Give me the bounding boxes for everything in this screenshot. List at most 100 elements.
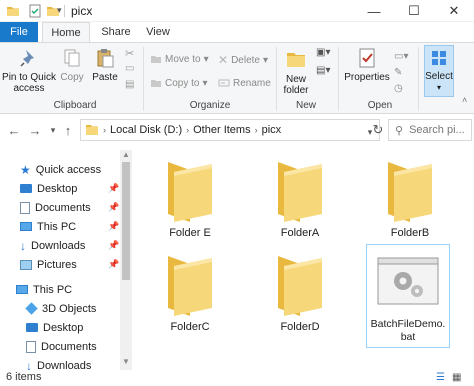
edit-icon[interactable]: ✎: [394, 67, 402, 78]
pin-icon[interactable]: 📌: [108, 221, 119, 232]
folder-item[interactable]: FolderD: [248, 250, 352, 334]
scroll-thumb[interactable]: [122, 162, 130, 280]
tab-file[interactable]: File: [0, 22, 38, 42]
new-folder-label-line1: New: [285, 74, 306, 85]
breadcrumb-local-disk[interactable]: Local Disk (D:): [110, 124, 182, 136]
close-button[interactable]: ✕: [434, 0, 474, 22]
new-folder-button[interactable]: New folder: [280, 47, 312, 96]
properties-icon: [359, 48, 375, 68]
recent-locations-button[interactable]: ▾: [45, 122, 61, 138]
nav-item-this-pc[interactable]: This PC: [0, 280, 120, 299]
search-placeholder: Search pi...: [409, 124, 465, 136]
nav-item-label: This PC: [37, 220, 77, 233]
group-separator: [418, 47, 419, 111]
scroll-down-icon[interactable]: ▼: [122, 357, 130, 366]
nav-item-label: Downloads: [31, 239, 86, 252]
folder-item[interactable]: FolderB: [358, 156, 462, 240]
tab-share[interactable]: Share: [96, 22, 136, 42]
chevron-up-icon[interactable]: ˄: [462, 95, 467, 105]
details-view-icon[interactable]: ☰: [436, 372, 445, 383]
rename-button[interactable]: Rename: [218, 77, 271, 89]
3d-objects-icon: [25, 302, 38, 315]
item-count: 6 items: [6, 371, 42, 383]
nav-item-label: Desktop: [43, 321, 84, 334]
star-icon: ★: [20, 162, 31, 177]
nav-item-this-pc-pinned[interactable]: This PC 📌: [0, 217, 120, 236]
copy-icon: [64, 49, 80, 67]
nav-item-quick-access[interactable]: ★ Quick access: [0, 160, 120, 179]
downloads-icon: ↓: [20, 238, 26, 253]
paste-button[interactable]: Paste: [90, 47, 120, 83]
select-button[interactable]: Select ▾: [424, 45, 454, 97]
status-bar: 6 items ☰ ▦: [0, 370, 474, 386]
folder-name: FolderA: [280, 227, 320, 239]
delete-label: Delete: [231, 54, 260, 66]
documents-icon: [20, 201, 30, 214]
breadcrumb-other-items[interactable]: Other Items: [193, 124, 250, 136]
pin-label-line1: Pin to Quick: [2, 72, 56, 83]
nav-item-label: Documents: [35, 201, 91, 214]
history-icon[interactable]: ◷: [394, 83, 403, 94]
tab-home[interactable]: Home: [42, 22, 90, 43]
nav-item-documents[interactable]: Documents 📌: [0, 198, 120, 217]
maximize-button[interactable]: ☐: [394, 0, 434, 22]
nav-item-documents-pc[interactable]: Documents: [0, 337, 120, 356]
batch-file-item[interactable]: BatchFileDemo.bat: [366, 244, 450, 348]
search-input[interactable]: ⚲ Search pi...: [388, 119, 472, 141]
large-icons-view-icon[interactable]: ▦: [452, 372, 461, 383]
address-bar[interactable]: › Local Disk (D:) › Other Items › picx: [80, 119, 380, 141]
refresh-button[interactable]: ↻: [370, 122, 386, 138]
nav-scrollbar[interactable]: ▲ ▼: [120, 150, 132, 370]
folder-item[interactable]: FolderA: [248, 156, 352, 240]
new-item-icon[interactable]: ▣▾: [316, 47, 330, 58]
desktop-icon: [26, 323, 38, 332]
file-name: BatchFileDemo.bat: [370, 318, 446, 343]
forward-button[interactable]: →: [27, 122, 43, 138]
pin-icon[interactable]: 📌: [108, 202, 119, 213]
clipboard-group-label: Clipboard: [53, 100, 97, 111]
cut-icon[interactable]: ✂: [125, 47, 134, 60]
move-to-button[interactable]: Move to ▾: [150, 53, 209, 65]
chevron-down-icon: ▾: [436, 83, 441, 92]
easy-access-icon[interactable]: ▤▾: [316, 65, 330, 76]
select-label: Select: [425, 71, 453, 82]
pin-icon[interactable]: 📌: [108, 259, 119, 270]
pin-to-quick-access-button[interactable]: Pin to Quick access: [2, 47, 56, 94]
copy-path-icon[interactable]: ▭: [125, 63, 134, 74]
minimize-button[interactable]: —: [354, 0, 394, 22]
scroll-up-icon[interactable]: ▲: [122, 150, 130, 159]
nav-item-downloads[interactable]: ↓ Downloads 📌: [0, 236, 120, 255]
group-separator: [276, 47, 277, 111]
folder-icon: [168, 256, 212, 316]
properties-quick-icon[interactable]: [28, 4, 42, 21]
nav-item-label: Pictures: [37, 258, 77, 271]
properties-button[interactable]: Properties: [342, 47, 392, 83]
folder-item[interactable]: FolderC: [138, 250, 242, 334]
copy-to-button[interactable]: Copy to ▾: [150, 77, 208, 89]
folder-icon: [388, 162, 432, 222]
chevron-down-icon: ▾: [203, 53, 209, 65]
nav-item-desktop-pc[interactable]: Desktop: [0, 318, 120, 337]
pin-label-line2: access: [13, 83, 45, 94]
delete-button[interactable]: ✕ Delete ▾: [218, 53, 268, 67]
nav-item-desktop[interactable]: Desktop 📌: [0, 179, 120, 198]
new-group-label: New: [295, 100, 316, 111]
nav-item-pictures[interactable]: Pictures 📌: [0, 255, 120, 274]
paste-shortcut-icon[interactable]: ▤: [125, 79, 134, 90]
folder-name: FolderD: [280, 321, 320, 333]
breadcrumb-picx[interactable]: picx: [262, 124, 282, 136]
copy-button[interactable]: Copy: [58, 47, 86, 83]
nav-item-3d-objects[interactable]: 3D Objects: [0, 299, 120, 318]
pin-icon[interactable]: 📌: [108, 240, 119, 251]
tab-view[interactable]: View: [140, 22, 176, 42]
pin-icon[interactable]: 📌: [108, 183, 119, 194]
chevron-down-icon[interactable]: ▾: [57, 5, 62, 16]
delete-x-icon: ✕: [218, 53, 229, 67]
title-separator: [64, 5, 65, 17]
folder-item[interactable]: Folder E: [138, 156, 242, 240]
open-icon[interactable]: ▭▾: [394, 51, 408, 62]
nav-item-downloads-pc[interactable]: ↓ Downloads: [0, 356, 120, 371]
up-button[interactable]: ↑: [60, 122, 76, 138]
computer-icon: [16, 285, 28, 294]
back-button[interactable]: ←: [6, 122, 22, 138]
